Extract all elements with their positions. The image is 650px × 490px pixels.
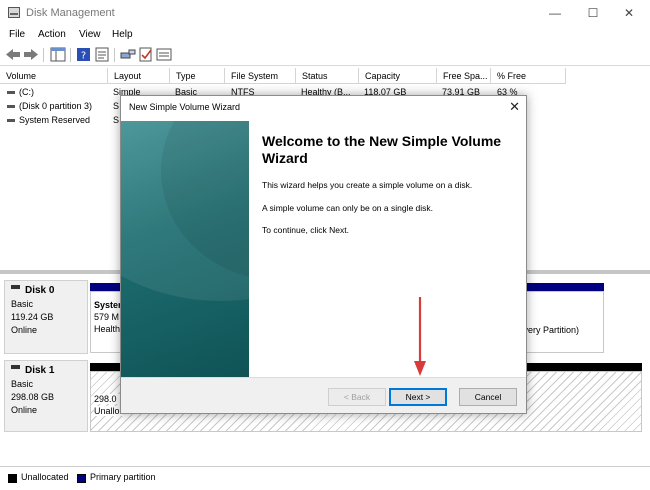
volume-name: (Disk 0 partition 3): [19, 101, 93, 111]
legend-primary-partition: Primary partition: [90, 472, 156, 482]
wizard-simple-volume-text: A simple volume can only be on a single …: [262, 203, 434, 213]
disk-management-icon: [8, 7, 20, 18]
partition-status: Health: [94, 324, 121, 334]
menu-bar: File Action View Help: [0, 26, 650, 44]
maximize-button[interactable]: ☐: [583, 4, 603, 22]
new-simple-volume-wizard: New Simple Volume Wizard ✕ Welcome to th…: [120, 95, 527, 414]
partition-size: 579 M: [94, 312, 120, 322]
disk-name: Disk 0: [25, 285, 55, 296]
column-header-layout[interactable]: Layout: [108, 68, 170, 84]
toolbar-separator: [114, 48, 115, 62]
column-header-volume[interactable]: Volume: [0, 68, 108, 84]
window-title: Disk Management: [26, 7, 115, 19]
volume-layout: Si: [113, 115, 119, 125]
disk-size: 298.08 GB: [11, 392, 55, 402]
disk-icon: [11, 285, 20, 289]
partition-name[interactable]: Syster: [94, 300, 122, 310]
wizard-heading: Welcome to the New Simple Volume Wizard: [262, 133, 502, 166]
back-icon[interactable]: [5, 47, 21, 62]
next-button[interactable]: Next >: [389, 388, 447, 406]
disk-icon: [11, 365, 20, 369]
legend-unallocated: Unallocated: [21, 472, 69, 482]
wizard-title-bar[interactable]: New Simple Volume Wizard ✕: [121, 96, 526, 120]
column-header-free-space[interactable]: Free Spa...: [437, 68, 491, 84]
wizard-button-bar: < Back Next > Cancel: [121, 377, 526, 413]
column-header-percent-free[interactable]: % Free: [491, 68, 566, 84]
column-header-capacity[interactable]: Capacity: [359, 68, 437, 84]
disk-name: Disk 1: [25, 365, 55, 376]
disk-state: Online: [11, 405, 38, 415]
primary-partition-swatch: [77, 474, 86, 483]
disk-kind: Basic: [11, 299, 34, 309]
wizard-title: New Simple Volume Wizard: [129, 102, 241, 112]
disk-size: 119.24 GB: [11, 312, 54, 322]
volume-layout: Si: [113, 101, 119, 111]
svg-text:?: ?: [81, 51, 86, 62]
disk-1-label[interactable]: Disk 1 Basic 298.08 GB Online: [4, 360, 88, 432]
column-header-status[interactable]: Status: [296, 68, 359, 84]
volume-name: (C:): [19, 87, 34, 97]
volume-name: System Reserved: [19, 115, 91, 125]
toolbar-separator: [43, 48, 44, 62]
disk-kind: Basic: [11, 379, 34, 389]
forward-icon[interactable]: [23, 47, 39, 62]
properties-icon[interactable]: [94, 47, 110, 62]
status-legend: Unallocated Primary partition: [0, 466, 650, 490]
disk-state: Online: [11, 325, 38, 335]
menu-action[interactable]: Action: [38, 29, 66, 40]
close-button[interactable]: ✕: [619, 4, 639, 22]
wizard-close-button[interactable]: ✕: [509, 99, 520, 115]
menu-view[interactable]: View: [79, 29, 101, 40]
back-button[interactable]: < Back: [328, 388, 386, 406]
list-icon[interactable]: [156, 47, 172, 62]
show-hide-console-tree-icon[interactable]: [50, 47, 66, 62]
toolbar: ?: [0, 44, 650, 66]
menu-help[interactable]: Help: [112, 29, 133, 40]
column-header-file-system[interactable]: File System: [225, 68, 296, 84]
help-icon[interactable]: ?: [76, 47, 92, 62]
wizard-intro-text: This wizard helps you create a simple vo…: [262, 180, 473, 190]
wizard-side-banner: [121, 121, 249, 377]
volume-icon: [7, 119, 15, 122]
wizard-continue-text: To continue, click Next.: [262, 225, 349, 235]
unallocated-swatch: [8, 474, 17, 483]
disk-0-label[interactable]: Disk 0 Basic 119.24 GB Online: [4, 280, 88, 354]
menu-file[interactable]: File: [9, 29, 25, 40]
toolbar-separator: [70, 48, 71, 62]
connect-icon[interactable]: [120, 47, 136, 62]
cancel-button[interactable]: Cancel: [459, 388, 517, 406]
volume-icon: [7, 91, 15, 94]
minimize-button[interactable]: —: [545, 4, 565, 22]
column-header-type[interactable]: Type: [170, 68, 225, 84]
annotation-arrow: [414, 297, 426, 376]
title-bar: Disk Management — ☐ ✕: [0, 0, 650, 26]
volume-icon: [7, 105, 15, 108]
check-icon[interactable]: [138, 47, 154, 62]
